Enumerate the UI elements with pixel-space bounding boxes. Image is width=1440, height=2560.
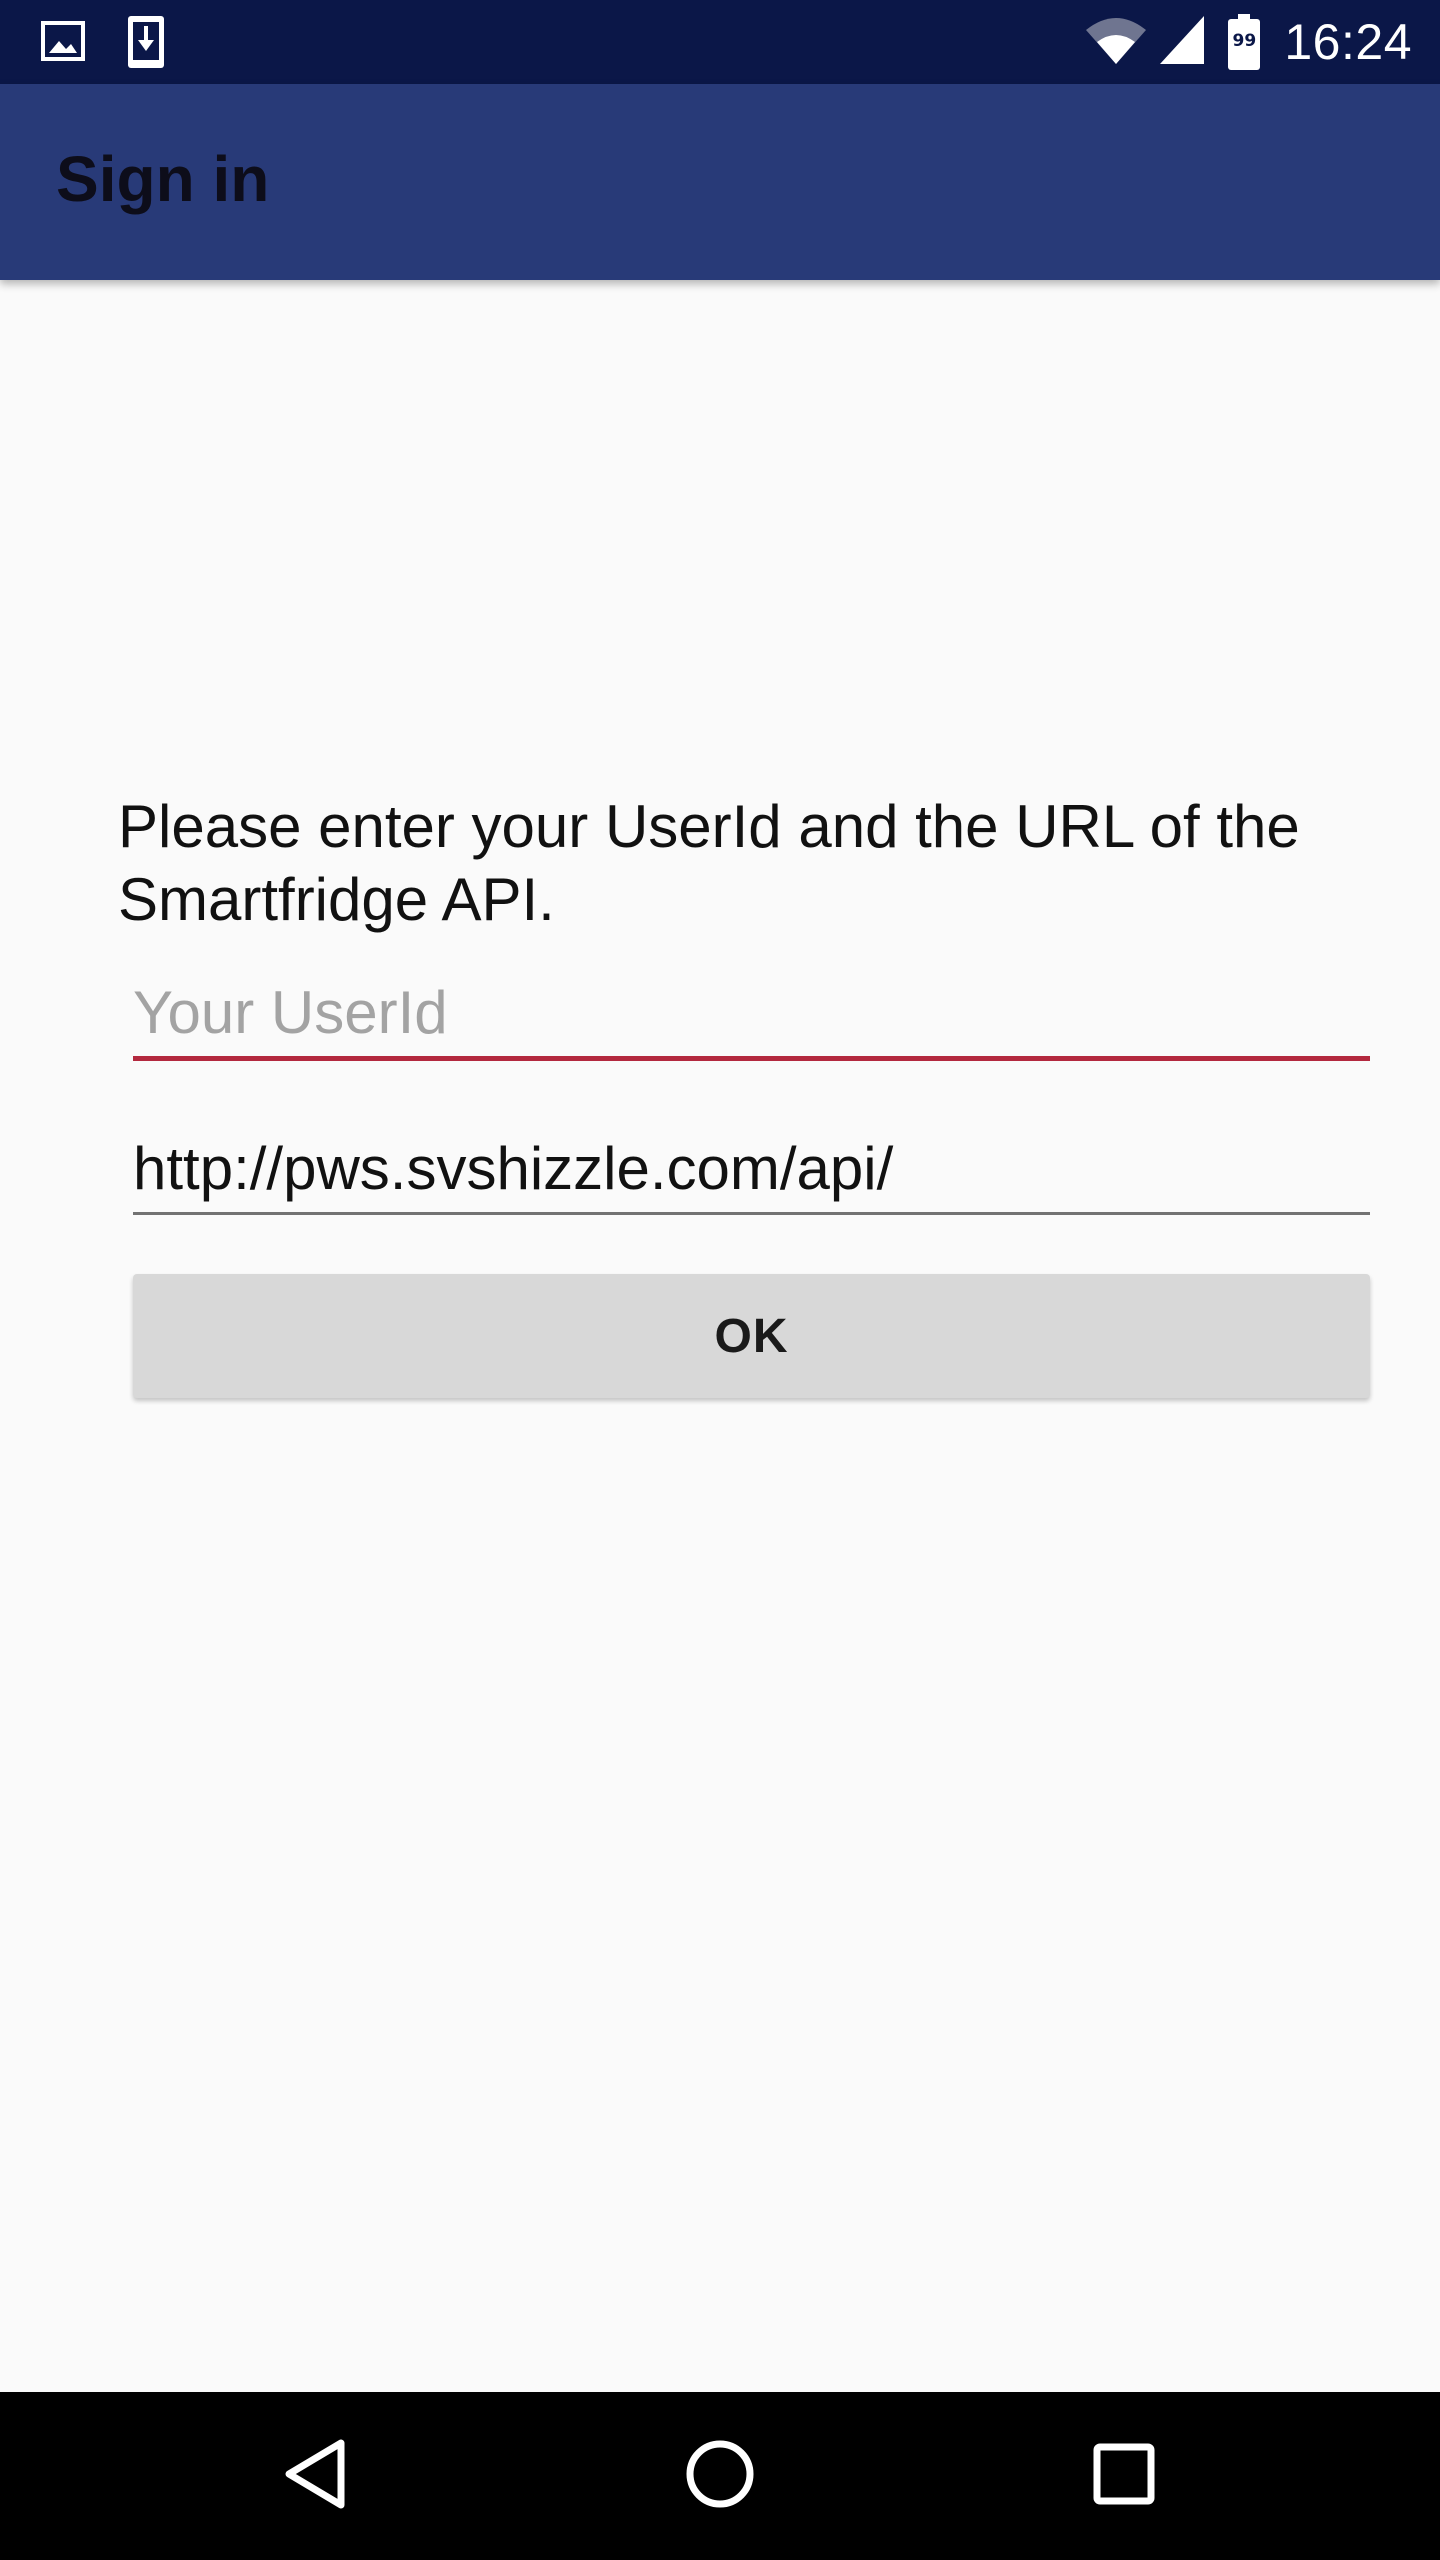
download-icon: [126, 14, 166, 75]
status-time: 16:24: [1284, 14, 1412, 70]
status-bar: 99 16:24: [0, 0, 1440, 84]
url-input[interactable]: [133, 1126, 1370, 1212]
image-icon: [40, 18, 86, 69]
recents-icon: [1093, 2443, 1155, 2510]
userid-input[interactable]: [133, 970, 1370, 1056]
ok-button[interactable]: OK: [133, 1274, 1370, 1398]
userid-field[interactable]: [133, 970, 1370, 1061]
userid-underline: [133, 1056, 1370, 1061]
signal-icon: [1158, 14, 1206, 71]
url-underline: [133, 1212, 1370, 1215]
battery-icon: 99: [1228, 14, 1261, 70]
back-button[interactable]: [266, 2426, 366, 2526]
instructions-text: Please enter your UserId and the URL of …: [118, 793, 1300, 933]
home-icon: [684, 2438, 756, 2515]
wifi-icon: [1084, 14, 1148, 71]
url-field[interactable]: [133, 1126, 1370, 1215]
back-icon: [281, 2437, 351, 2516]
home-button[interactable]: [670, 2426, 770, 2526]
navigation-bar: [0, 2392, 1440, 2560]
battery-level-label: 99: [1232, 31, 1257, 51]
recents-button[interactable]: [1074, 2426, 1174, 2526]
page-title: Sign in: [56, 143, 270, 215]
status-icons: 99 16:24: [1084, 0, 1412, 84]
app-bar: Sign in: [0, 84, 1440, 280]
